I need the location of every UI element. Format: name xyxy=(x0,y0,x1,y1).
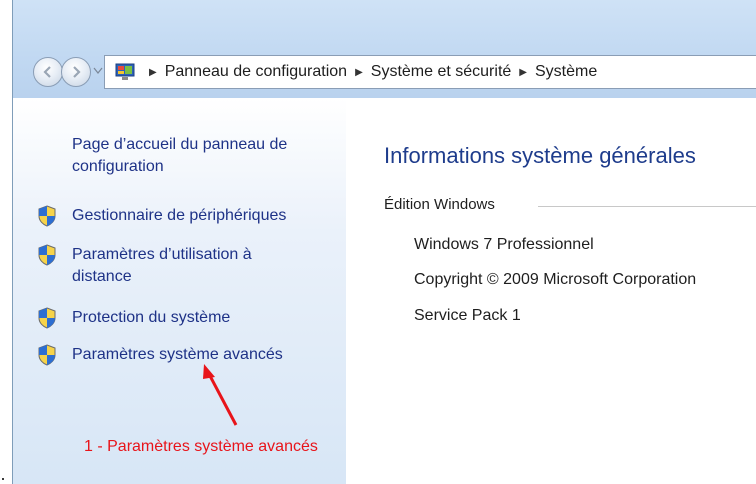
main-content: Informations système générales Édition W… xyxy=(346,98,756,484)
section-divider xyxy=(538,206,756,207)
annotation-label: 1 - Paramètres système avancés xyxy=(84,438,318,455)
task-advanced-system-settings[interactable]: Paramètres système avancés xyxy=(37,344,342,366)
windows-edition: Windows 7 Professionnel xyxy=(414,236,594,253)
control-panel-icon xyxy=(115,63,135,80)
breadcrumb-separator-icon[interactable]: ▶ xyxy=(355,67,363,78)
corner-mark xyxy=(2,478,4,480)
task-label: Protection du système xyxy=(72,309,231,326)
back-button[interactable] xyxy=(33,57,63,87)
task-remote-settings[interactable]: Paramètres d’utilisation à distance xyxy=(37,244,302,288)
title-bar: ▶ Panneau de configuration ▶ Système et … xyxy=(13,0,756,98)
address-bar[interactable]: ▶ Panneau de configuration ▶ Système et … xyxy=(104,55,756,89)
recent-pages-dropdown-icon[interactable] xyxy=(93,66,103,76)
explorer-window: ▶ Panneau de configuration ▶ Système et … xyxy=(12,0,756,484)
task-device-manager[interactable]: Gestionnaire de périphériques xyxy=(37,205,342,227)
task-system-protection[interactable]: Protection du système xyxy=(37,307,342,329)
breadcrumb-separator-icon[interactable]: ▶ xyxy=(519,67,527,78)
task-label: Gestionnaire de périphériques xyxy=(72,207,287,224)
uac-shield-icon xyxy=(38,205,56,227)
copyright-line: Copyright © 2009 Microsoft Corporation xyxy=(414,271,697,288)
breadcrumb-system-security[interactable]: Système et sécurité xyxy=(371,63,512,81)
task-label: Paramètres d’utilisation à distance xyxy=(72,246,252,285)
breadcrumb-system[interactable]: Système xyxy=(535,63,597,81)
forward-button[interactable] xyxy=(61,57,91,87)
uac-shield-icon xyxy=(38,244,56,266)
control-panel-home-link[interactable]: Page d’accueil du panneau de configurati… xyxy=(72,134,342,178)
task-pane: Page d’accueil du panneau de configurati… xyxy=(13,98,346,484)
uac-shield-icon xyxy=(38,344,56,366)
service-pack: Service Pack 1 xyxy=(414,307,521,324)
breadcrumb-separator-icon[interactable]: ▶ xyxy=(149,67,157,78)
task-label: Paramètres système avancés xyxy=(72,346,283,363)
arrow-left-icon xyxy=(43,66,51,78)
breadcrumb-control-panel[interactable]: Panneau de configuration xyxy=(165,63,347,81)
uac-shield-icon xyxy=(38,307,56,329)
arrow-right-icon xyxy=(73,66,81,78)
page-title: Informations système générales xyxy=(384,143,696,168)
section-title: Édition Windows xyxy=(384,196,495,213)
